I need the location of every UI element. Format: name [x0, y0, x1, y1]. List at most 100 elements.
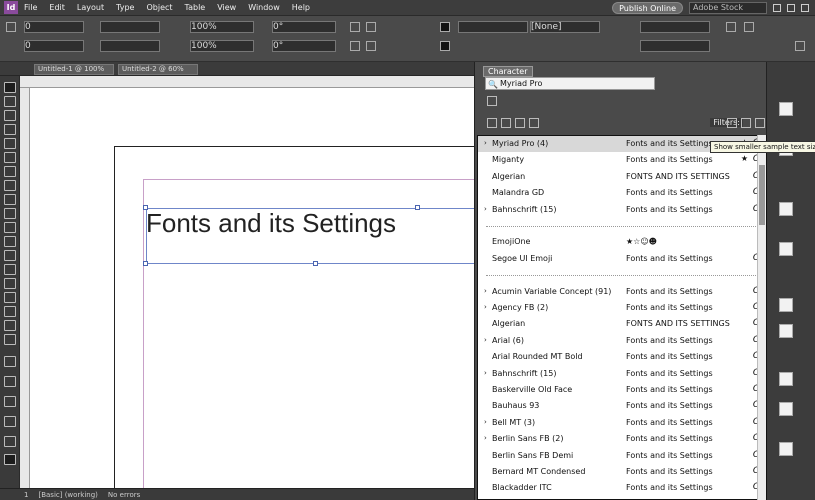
font-family-field[interactable]: 🔍 Myriad Pro — [485, 77, 655, 90]
font-list-item[interactable]: Malandra GDFonts and its SettingsO — [478, 185, 766, 201]
x-position-field[interactable]: 0 — [24, 21, 84, 33]
object-style-field[interactable]: [None] — [530, 21, 600, 33]
width-field[interactable] — [100, 21, 160, 33]
vertical-ruler[interactable] — [20, 88, 30, 488]
eyedropper-tool-icon[interactable] — [4, 306, 16, 317]
reference-point-icon[interactable] — [6, 22, 16, 32]
menu-table[interactable]: Table — [179, 3, 212, 12]
font-list-scroll-thumb[interactable] — [759, 165, 765, 225]
menu-object[interactable]: Object — [140, 3, 178, 12]
frame-handle-bl[interactable] — [143, 261, 148, 266]
pages-panel-icon[interactable] — [779, 102, 793, 116]
filter-activated-icon[interactable] — [529, 118, 539, 128]
filter-favorites-icon[interactable] — [501, 118, 511, 128]
type-tool-icon[interactable] — [4, 152, 16, 163]
character-panel-tab[interactable]: Character — [483, 66, 533, 77]
font-list-scrollbar[interactable] — [757, 135, 766, 500]
scale-y-field[interactable]: 100% — [190, 40, 254, 52]
working-style[interactable]: [Basic] (working) — [38, 491, 97, 499]
stroke-weight-field[interactable] — [458, 21, 528, 33]
page-tool-icon[interactable] — [4, 110, 16, 121]
page-number[interactable]: 1 — [24, 491, 28, 499]
y-position-field[interactable]: 0 — [24, 40, 84, 52]
maximize-icon[interactable] — [787, 3, 795, 12]
menu-view[interactable]: View — [211, 3, 242, 12]
font-list-item[interactable]: ›Bahnschrift (15)Fonts and its SettingsO — [478, 202, 766, 218]
font-list-item[interactable]: Arial Rounded MT Bold Fonts and its Setti… — [478, 349, 766, 365]
screen-mode-icon[interactable] — [4, 436, 16, 447]
fill-swatch-icon[interactable] — [440, 22, 450, 32]
expand-arrow-icon[interactable]: › — [484, 434, 487, 442]
scale-x-field[interactable]: 100% — [190, 21, 254, 33]
expand-arrow-icon[interactable]: › — [484, 369, 487, 377]
flip-horizontal-icon[interactable] — [350, 22, 360, 32]
expand-arrow-icon[interactable]: › — [484, 205, 487, 213]
close-icon[interactable] — [801, 3, 809, 12]
free-transform-tool-icon[interactable] — [4, 250, 16, 261]
paragraph-panel-icon[interactable] — [779, 372, 793, 386]
swatches-panel-icon[interactable] — [779, 298, 793, 312]
sample-text-size-large-icon[interactable] — [755, 118, 765, 128]
font-list-item[interactable]: AlgerianFONTS AND ITS SETTINGSO — [478, 316, 766, 332]
menu-layout[interactable]: Layout — [71, 3, 110, 12]
expand-arrow-icon[interactable]: › — [484, 139, 487, 147]
font-panel-close-icon[interactable] — [487, 96, 497, 106]
indesign-app-icon[interactable]: Id — [4, 1, 18, 14]
links-panel-icon[interactable] — [779, 202, 793, 216]
gradient-feather-tool-icon[interactable] — [4, 278, 16, 289]
select-container-icon[interactable] — [350, 41, 360, 51]
gradient-swatch-tool-icon[interactable] — [4, 264, 16, 275]
menu-help[interactable]: Help — [286, 3, 316, 12]
horizontal-ruler[interactable] — [20, 76, 474, 88]
document-page[interactable] — [114, 146, 474, 488]
font-list-item[interactable]: MigantyFonts and its Settings★O — [478, 152, 766, 168]
font-list-item[interactable]: Berlin Sans FB Demi Fonts and its Setting… — [478, 448, 766, 464]
stock-search-input[interactable]: Adobe Stock — [689, 1, 767, 14]
frame-handle-top[interactable] — [415, 205, 420, 210]
apply-color-icon[interactable] — [4, 416, 16, 427]
menu-type[interactable]: Type — [110, 3, 140, 12]
menu-file[interactable]: File — [18, 3, 43, 12]
font-list-item[interactable]: AlgerianFONTS AND ITS SETTINGSO — [478, 169, 766, 185]
font-list-item[interactable]: EmojiOne ★☆☺☻ — [478, 234, 766, 250]
shear-field[interactable]: 0° — [272, 40, 336, 52]
flip-vertical-icon[interactable] — [366, 22, 376, 32]
normal-view-icon[interactable] — [4, 454, 16, 465]
font-list-item[interactable]: Bernard MT Condensed Fonts and its Settin… — [478, 464, 766, 480]
document-tab-1[interactable]: Untitled-1 @ 100% — [34, 64, 114, 75]
height-field[interactable] — [100, 40, 160, 52]
text-wrap-panel-icon[interactable] — [779, 442, 793, 456]
font-list-item[interactable]: Blackadder ITCFonts and its SettingsO — [478, 480, 766, 496]
panel-menu-icon[interactable] — [795, 41, 805, 51]
font-list-item[interactable]: ›Bahnschrift (15)Fonts and its SettingsO — [478, 366, 766, 382]
font-list-item[interactable]: Bauhaus 93Fonts and its SettingsO — [478, 398, 766, 414]
font-list-item[interactable]: › Berlin Sans FB (2) Fonts and its Setting… — [478, 431, 766, 447]
minimize-icon[interactable] — [773, 3, 781, 12]
font-list-item[interactable]: › Acumin Variable Concept (91) Fonts and i… — [478, 284, 766, 300]
document-canvas[interactable]: Fonts and its Settings — [30, 88, 474, 488]
pen-tool-icon[interactable] — [4, 180, 16, 191]
preflight-status[interactable]: No errors — [108, 491, 140, 499]
stroke-panel-icon[interactable] — [779, 242, 793, 256]
expand-arrow-icon[interactable]: › — [484, 303, 487, 311]
direct-selection-tool-icon[interactable] — [4, 96, 16, 107]
font-list-item[interactable]: ›Bell MT (3)Fonts and its SettingsO — [478, 415, 766, 431]
filter-classification-icon[interactable] — [487, 118, 497, 128]
selection-tool-icon[interactable] — [4, 82, 16, 93]
publish-online-button[interactable]: Publish Online — [612, 1, 683, 14]
pencil-tool-icon[interactable] — [4, 194, 16, 205]
sample-text-size-small-icon[interactable] — [727, 118, 737, 128]
zoom-tool-icon[interactable] — [4, 334, 16, 345]
fill-stroke-swatch-icon[interactable] — [4, 356, 16, 367]
frame-handle-bottom[interactable] — [313, 261, 318, 266]
document-tab-2[interactable]: Untitled-2 @ 60% — [118, 64, 198, 75]
font-family-list[interactable]: ›Myriad Pro (4)Fonts and its Settings★OM… — [477, 135, 767, 500]
scissors-tool-icon[interactable] — [4, 236, 16, 247]
character-styles-panel-icon[interactable] — [779, 402, 793, 416]
expand-arrow-icon[interactable]: › — [484, 336, 487, 344]
rotate-field[interactable]: 0° — [272, 21, 336, 33]
favorite-star-icon[interactable]: ★ — [741, 154, 748, 163]
filter-recent-icon[interactable] — [515, 118, 525, 128]
expand-arrow-icon[interactable]: › — [484, 287, 487, 295]
font-list-item[interactable]: ›Arial (6)Fonts and its SettingsO — [478, 333, 766, 349]
